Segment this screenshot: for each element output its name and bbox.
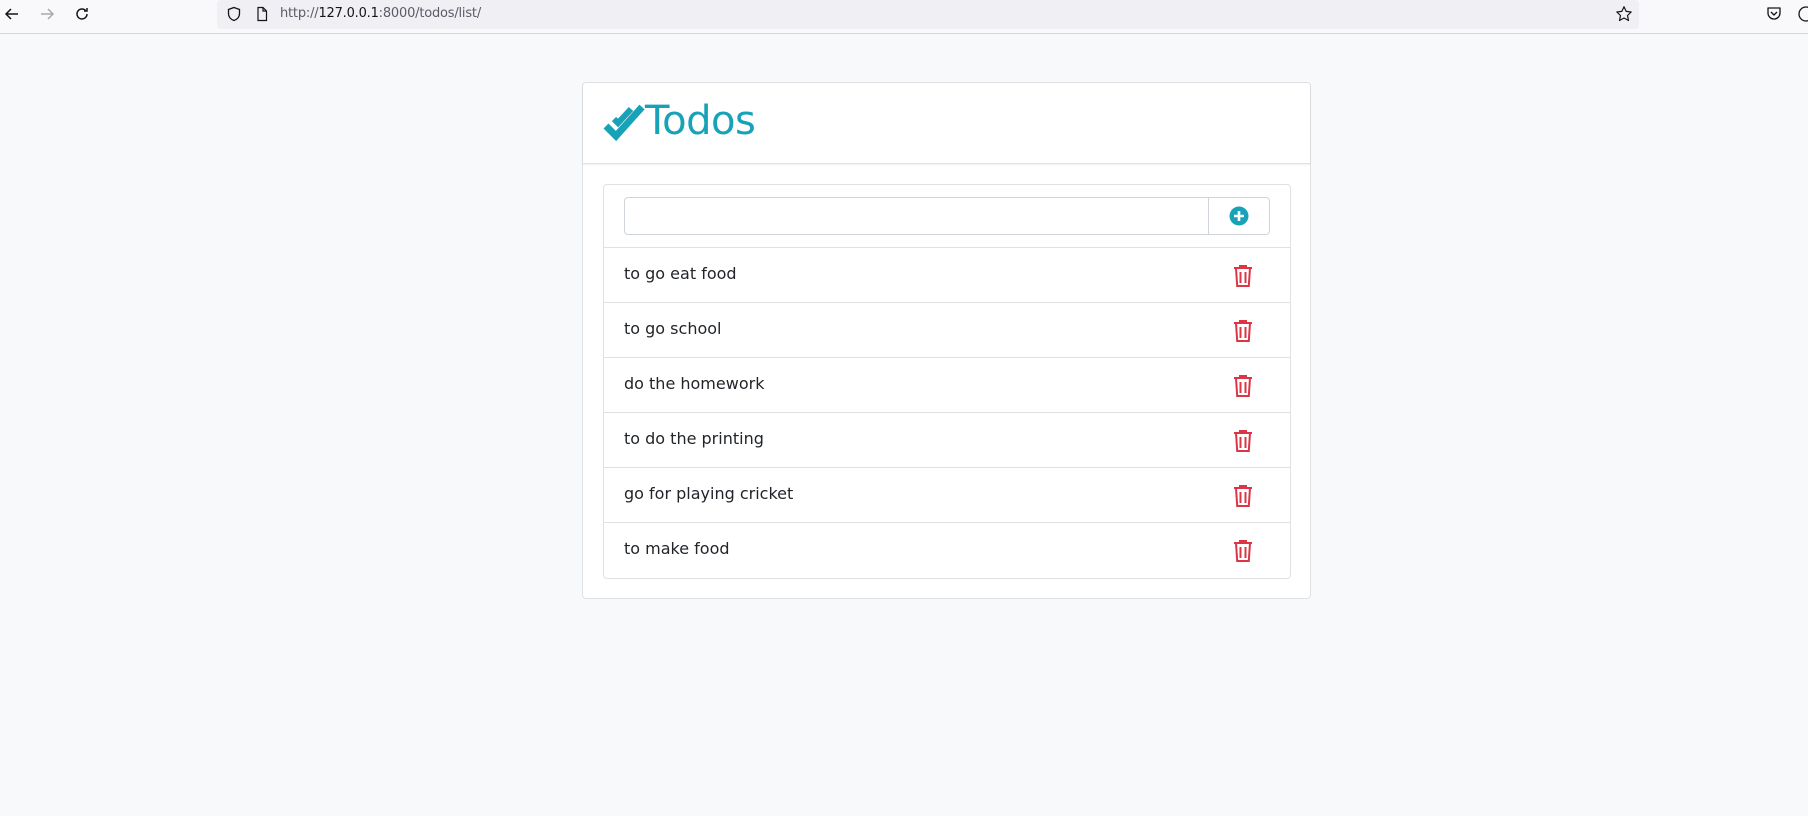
double-check-icon (603, 104, 645, 142)
delete-button[interactable] (1232, 374, 1254, 398)
forward-button[interactable] (35, 2, 59, 26)
list-item: to go eat food (604, 248, 1290, 303)
trash-icon (1234, 485, 1252, 507)
reload-button[interactable] (70, 2, 94, 26)
delete-button[interactable] (1232, 264, 1254, 288)
delete-button[interactable] (1232, 319, 1254, 343)
account-icon[interactable] (1797, 5, 1808, 23)
list-item: to make food (604, 523, 1290, 578)
pocket-icon[interactable] (1765, 5, 1783, 23)
page-icon (257, 6, 268, 22)
todo-list: to go eat food to go school do the homew… (603, 184, 1291, 579)
trash-icon (1234, 430, 1252, 452)
delete-button[interactable] (1232, 429, 1254, 453)
delete-button[interactable] (1232, 484, 1254, 508)
url-path: :8000/todos/list/ (378, 6, 482, 21)
arrow-left-icon (4, 8, 18, 20)
todos-card: Todos to go eat food to go school do the… (582, 82, 1311, 599)
trash-icon (1234, 320, 1252, 342)
todo-text: to go school (624, 319, 722, 338)
todo-text: to make food (624, 539, 730, 558)
list-item: to go school (604, 303, 1290, 358)
trash-icon (1234, 265, 1252, 287)
todo-text: to do the printing (624, 429, 764, 448)
arrow-right-icon (41, 8, 55, 20)
list-item: do the homework (604, 358, 1290, 413)
todo-text: do the homework (624, 374, 765, 393)
add-todo-form (604, 185, 1290, 248)
add-todo-button[interactable] (1208, 197, 1270, 235)
list-item: go for playing cricket (604, 468, 1290, 523)
trash-icon (1234, 375, 1252, 397)
delete-button[interactable] (1232, 539, 1254, 563)
card-header: Todos (583, 83, 1310, 164)
url-prefix: http:// (280, 6, 319, 21)
reload-icon (76, 8, 88, 20)
back-button[interactable] (0, 2, 24, 26)
todo-input[interactable] (624, 197, 1209, 235)
list-item: to do the printing (604, 413, 1290, 468)
shield-icon[interactable] (226, 6, 242, 22)
plus-circle-icon (1229, 206, 1249, 226)
address-bar[interactable]: http://127.0.0.1:8000/todos/list/ (217, 0, 1639, 29)
url-text[interactable]: http://127.0.0.1:8000/todos/list/ (280, 6, 481, 21)
url-host: 127.0.0.1 (318, 6, 379, 21)
bookmark-star-icon[interactable] (1615, 5, 1633, 23)
todo-text: to go eat food (624, 264, 737, 283)
todo-text: go for playing cricket (624, 484, 794, 503)
browser-toolbar: http://127.0.0.1:8000/todos/list/ (0, 0, 1808, 34)
trash-icon (1234, 540, 1252, 562)
page-title: Todos (645, 98, 756, 144)
